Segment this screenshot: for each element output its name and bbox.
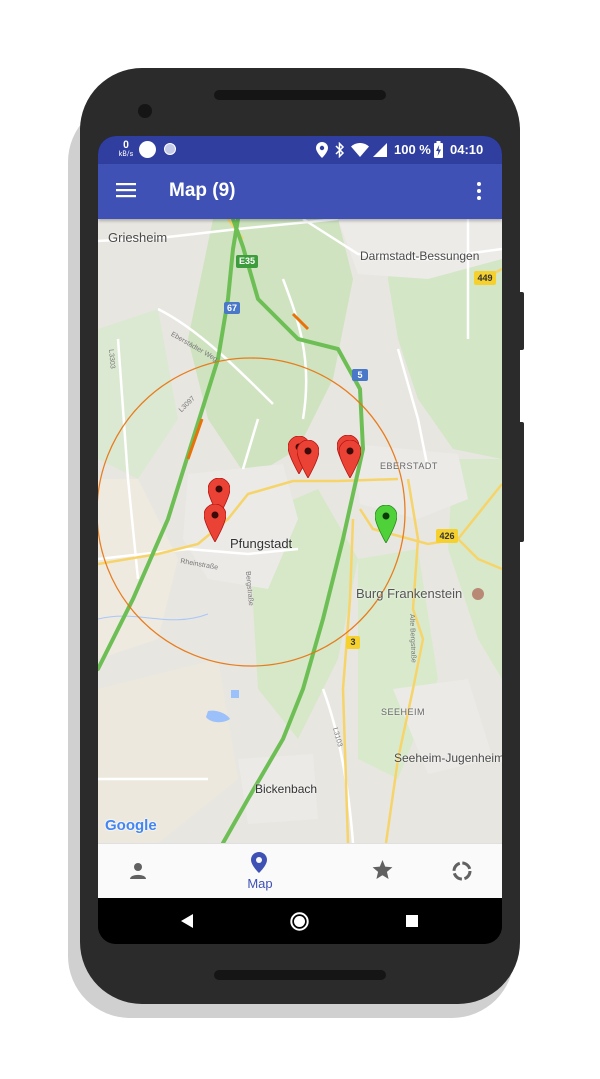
nav-item-progress[interactable] [428, 844, 502, 899]
google-logo: Google [105, 817, 157, 834]
volume-button [518, 422, 524, 542]
signal-icon [373, 143, 387, 157]
screen: 0 kB/s 100 % 04:10 Map (9) E35 67 5 449 … [98, 136, 502, 944]
road-shield-3-label: 3 [350, 637, 356, 647]
place-label-eberstadt: EBERSTADT [380, 461, 438, 471]
progress-ring-icon [452, 861, 472, 881]
bottom-navigation: Map [98, 843, 502, 899]
net-speed-value: 0 [123, 140, 129, 151]
app-bar: Map (9) [98, 164, 502, 219]
road-shield-449-label: 449 [477, 273, 493, 283]
map-marker[interactable] [339, 440, 361, 478]
star-icon [372, 860, 393, 879]
nav-item-favorites[interactable] [348, 844, 418, 899]
bluetooth-icon [335, 142, 345, 158]
place-label-pfungstadt: Pfungstadt [230, 536, 293, 551]
front-camera [138, 104, 152, 118]
place-label-seeheim: SEEHEIM [381, 707, 426, 717]
road-shield-426-label: 426 [439, 531, 455, 541]
back-icon[interactable] [181, 914, 193, 928]
place-label-burg-frankenstein: Burg Frankenstein [356, 586, 463, 601]
menu-icon[interactable] [116, 182, 136, 198]
water-body [231, 690, 239, 698]
net-speed-indicator: 0 kB/s [116, 141, 136, 159]
bottom-speaker [214, 970, 386, 980]
field-area [98, 659, 238, 843]
home-icon[interactable] [290, 912, 309, 931]
current-location-marker[interactable] [375, 505, 397, 543]
map-pin-icon [251, 852, 267, 873]
more-options-icon[interactable] [476, 181, 482, 201]
map-marker[interactable] [297, 440, 319, 478]
location-icon [316, 142, 328, 158]
battery-charging-icon [434, 141, 443, 158]
wifi-icon [351, 143, 369, 157]
status-bar: 0 kB/s 100 % 04:10 [98, 136, 502, 164]
notification-dot-icon [164, 143, 176, 155]
page-title: Map (9) [169, 180, 236, 201]
map-marker[interactable] [204, 504, 226, 542]
battery-percent: 100 % [394, 142, 431, 157]
person-icon [130, 863, 146, 879]
notification-circle-icon [139, 141, 156, 158]
forest-area [188, 219, 353, 479]
net-speed-unit: kB/s [118, 150, 134, 158]
place-label-darmstadt-bessungen: Darmstadt-Bessungen [360, 249, 480, 263]
forest-area [98, 309, 178, 479]
power-button [518, 292, 524, 350]
place-label-griesheim: Griesheim [108, 230, 168, 245]
status-time: 04:10 [450, 142, 484, 157]
place-label-bickenbach: Bickenbach [255, 782, 318, 796]
map-view[interactable]: E35 67 5 449 426 3 Griesheim Darmstadt-B… [98, 219, 502, 843]
road-shield-67-label: 67 [226, 303, 237, 313]
earpiece-speaker [214, 90, 386, 100]
road-shield-e35-label: E35 [238, 256, 255, 266]
system-navigation-bar [98, 898, 502, 944]
road-shield-5-label: 5 [357, 370, 363, 380]
place-label-seeheim-jugenheim: Seeheim-Jugenheim [394, 751, 502, 765]
nav-item-map-label: Map [247, 876, 273, 891]
recents-icon[interactable] [406, 915, 418, 927]
landmark-icon [472, 588, 484, 600]
nav-item-profile[interactable] [98, 844, 178, 899]
nav-item-map[interactable]: Map [222, 844, 298, 899]
